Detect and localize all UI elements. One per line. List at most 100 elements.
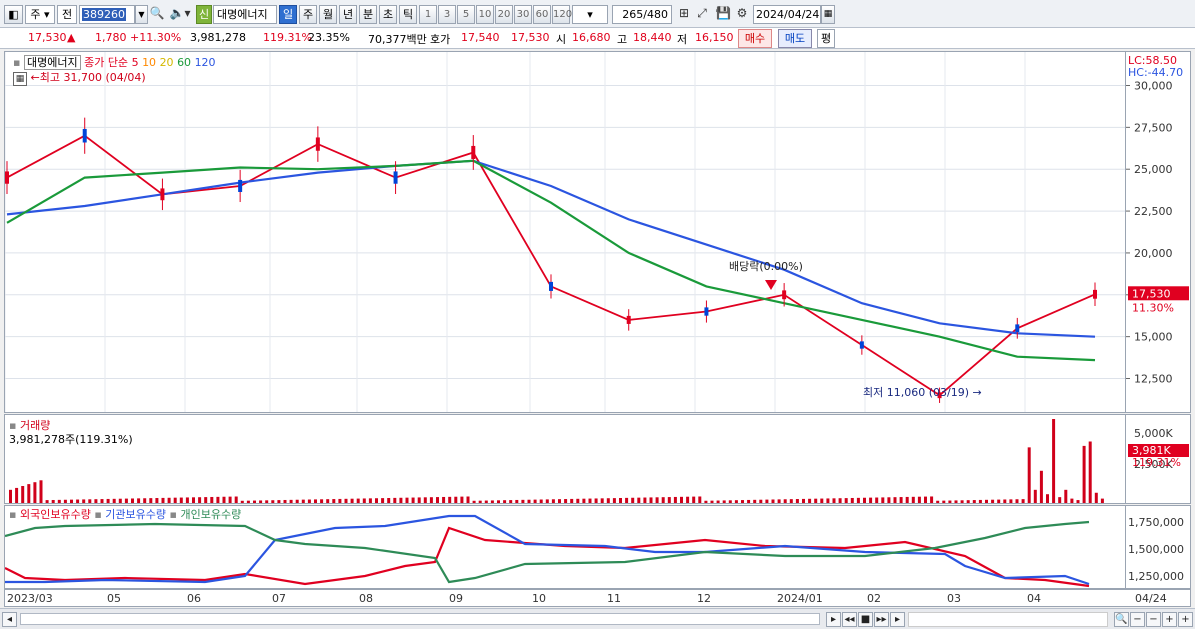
sell-button[interactable]: 매도: [778, 29, 812, 48]
volume-bar: [155, 498, 159, 503]
volume-bar: [356, 498, 360, 503]
stop-icon[interactable]: ■: [858, 612, 873, 627]
speaker-icon[interactable]: 🔈▾: [167, 5, 193, 24]
volume-bar: [314, 499, 317, 503]
period-button[interactable]: 년: [339, 5, 357, 24]
volume-bar: [210, 496, 214, 503]
x-tick-label: 06: [187, 592, 201, 605]
period-button[interactable]: 일: [279, 5, 297, 24]
volume-bar: [320, 499, 324, 503]
price-tick-label: 20,000: [1134, 247, 1173, 260]
volume-bar: [1094, 492, 1098, 503]
volume-bar: [692, 496, 696, 503]
volume-bar: [875, 497, 879, 503]
volume-bar: [88, 499, 92, 503]
save-icon[interactable]: 💾: [716, 5, 731, 24]
volume-bar: [1076, 500, 1080, 503]
zoom-track[interactable]: [908, 612, 1108, 627]
interval-button[interactable]: 3: [438, 5, 456, 24]
interval-button[interactable]: 1: [419, 5, 437, 24]
volume-bar: [137, 498, 141, 503]
holdings-tick-label: 1,750,000: [1128, 516, 1184, 529]
search-zoom-icon[interactable]: 🔍: [1114, 612, 1129, 627]
interval-button[interactable]: 5: [457, 5, 475, 24]
interval-button[interactable]: 120: [552, 5, 572, 24]
scroll-left-icon[interactable]: ◂: [2, 612, 17, 627]
volume-bar: [899, 497, 903, 503]
table-icon[interactable]: ▦: [13, 72, 27, 86]
volume-bar: [600, 498, 604, 503]
scroll-right-icon[interactable]: ▸: [826, 612, 841, 627]
volume-bar: [393, 497, 397, 503]
volume-bar: [564, 499, 568, 503]
volume-bar: [94, 499, 98, 503]
interval-button[interactable]: 30: [514, 5, 532, 24]
volume-bar: [960, 500, 964, 503]
draw-line-icon[interactable]: ⤢: [694, 5, 710, 24]
current-price: 17,530: [28, 31, 67, 44]
count-field[interactable]: 265/480: [612, 5, 672, 24]
volume-bar: [478, 500, 482, 503]
interval-button[interactable]: 60: [533, 5, 551, 24]
period-button[interactable]: 월: [319, 5, 337, 24]
price-panel: 최저 11,060 (03/19) → 배당락(0.00%) ▪ 대명에너지 종가…: [4, 51, 1126, 413]
code-dropdown-icon[interactable]: ▼: [135, 5, 148, 24]
play-back-icon[interactable]: ◂◂: [842, 612, 857, 627]
period-button[interactable]: 주: [299, 5, 317, 24]
play-forward-icon[interactable]: ▸▸: [874, 612, 889, 627]
scroll-thumb[interactable]: [20, 613, 820, 625]
period-button[interactable]: 틱: [399, 5, 417, 24]
code-input[interactable]: 389260: [79, 5, 135, 24]
ma-period-label: 20: [159, 56, 178, 69]
candle-body: [859, 341, 864, 349]
period-button[interactable]: 초: [379, 5, 397, 24]
compare-icon[interactable]: ⊞: [676, 5, 692, 24]
volume-bar: [991, 499, 995, 503]
zoom-in-icon[interactable]: +: [1162, 612, 1177, 627]
candle-body: [704, 307, 709, 316]
volume-bar: [905, 496, 909, 503]
volume-chart[interactable]: [5, 415, 1125, 503]
volume-bar: [881, 497, 885, 503]
gear-icon[interactable]: ⚙: [734, 5, 750, 24]
period-button[interactable]: 분: [359, 5, 377, 24]
price-chart[interactable]: 최저 11,060 (03/19) → 배당락(0.00%): [5, 52, 1125, 412]
zoom-plus-icon[interactable]: +: [1178, 612, 1193, 627]
foreign-holdings-label: 외국인보유수량: [19, 508, 91, 521]
market-select[interactable]: 주 ▾: [25, 5, 55, 24]
average-button[interactable]: 평: [817, 29, 835, 48]
x-tick-label: 2023/03: [7, 592, 53, 605]
volume-readout: 3,981,278주(119.31%): [9, 433, 133, 446]
volume-bar: [612, 498, 616, 503]
volume-bar: [558, 499, 561, 503]
volume-bar: [417, 497, 421, 503]
price-tick-label: 12,500: [1134, 373, 1173, 386]
buy-button[interactable]: 매수: [738, 29, 772, 48]
price-axis: LC:58.50 HC:-44.70 30,000 27,500 25,000 22,50…: [1126, 51, 1191, 413]
window-icon[interactable]: ◧: [4, 5, 23, 24]
scrollbar[interactable]: ◂ ▸ ◂◂ ■ ▸▸ ▸ 🔍 − − + +: [0, 608, 1195, 629]
search-icon[interactable]: 🔍: [149, 5, 165, 24]
volume-axis: 5,000K 2,500K 3,981K 119.31%: [1126, 414, 1191, 504]
volume-bar: [307, 499, 311, 503]
interval-dropdown[interactable]: ▾: [572, 5, 608, 24]
interval-button[interactable]: 10: [476, 5, 494, 24]
volume-bar: [686, 496, 690, 503]
volume-bar: [942, 500, 946, 503]
volume-bar: [631, 497, 635, 503]
holdings-tick-label: 1,250,000: [1128, 570, 1184, 583]
zoom-minus-icon[interactable]: −: [1146, 612, 1161, 627]
volume-bar: [795, 499, 799, 503]
volume-bar: [173, 497, 177, 503]
calendar-icon[interactable]: ▦: [821, 5, 835, 24]
zoom-out-icon[interactable]: −: [1130, 612, 1145, 627]
date-input[interactable]: 2024/04/24: [753, 5, 821, 24]
type-select[interactable]: 전: [57, 5, 77, 24]
x-tick-label: 11: [607, 592, 621, 605]
range-icon[interactable]: ▸: [890, 612, 905, 627]
volume-bar: [966, 500, 970, 503]
interval-button[interactable]: 20: [495, 5, 513, 24]
x-tick-label: 03: [947, 592, 961, 605]
legend-dot: ▪: [9, 508, 17, 521]
volume-bar: [381, 498, 385, 503]
